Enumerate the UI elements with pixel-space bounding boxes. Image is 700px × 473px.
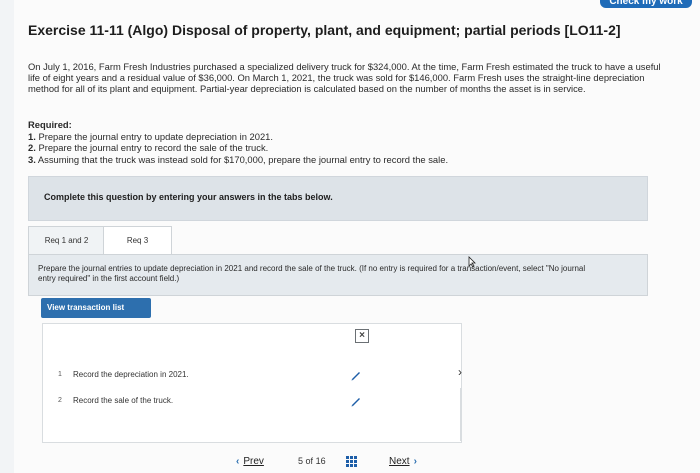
mouse-cursor-icon <box>468 256 476 268</box>
requirements-block: Required: 1. Prepare the journal entry t… <box>28 119 448 165</box>
next-button[interactable]: Next › <box>389 456 417 467</box>
table-row[interactable]: 2 Record the sale of the truck. <box>43 390 461 412</box>
tab-instruction-text: Prepare the journal entries to update de… <box>38 264 586 283</box>
exercise-title: Exercise 11-11 (Algo) Disposal of proper… <box>28 22 621 38</box>
pencil-icon[interactable] <box>349 368 363 382</box>
tab-instruction-box: Prepare the journal entries to update de… <box>28 254 648 296</box>
chevron-right-icon[interactable]: › <box>458 365 462 379</box>
exercise-page: Check my work Exercise 11-11 (Algo) Disp… <box>14 0 700 473</box>
table-row[interactable]: 1 Record the depreciation in 2021. <box>43 364 461 386</box>
left-margin <box>0 0 14 473</box>
chevron-right-icon: › <box>413 456 417 467</box>
transaction-table: × 1 Record the depreciation in 2021. 2 R… <box>42 323 462 443</box>
row-text: Record the sale of the truck. <box>73 396 174 405</box>
prev-button[interactable]: ‹ Prev <box>236 456 264 467</box>
panel-text: Complete this question by entering your … <box>44 192 333 202</box>
requirement-item: 3. Assuming that the truck was instead s… <box>28 153 449 165</box>
instructions-panel: Complete this question by entering your … <box>28 176 648 221</box>
close-icon[interactable]: × <box>355 329 369 343</box>
divider <box>460 388 461 441</box>
required-heading: Required: <box>28 119 72 130</box>
exercise-intro: On July 1, 2016, Farm Fresh Industries p… <box>28 61 661 95</box>
requirement-item: 2. Prepare the journal entry to record t… <box>28 142 269 154</box>
chevron-left-icon: ‹ <box>236 456 240 467</box>
pagination-footer: ‹ Prev 5 of 16 Next › <box>14 449 700 473</box>
row-number: 1 <box>58 371 62 378</box>
row-number: 2 <box>58 397 62 404</box>
prev-label: Prev <box>243 456 264 467</box>
tab-req-3[interactable]: Req 3 <box>103 226 172 256</box>
view-transaction-list-button[interactable]: View transaction list <box>41 298 151 318</box>
check-my-work-button[interactable]: Check my work <box>600 0 692 8</box>
row-text: Record the depreciation in 2021. <box>73 370 189 379</box>
next-label: Next <box>389 456 410 467</box>
requirement-item: 1. Prepare the journal entry to update d… <box>28 130 273 142</box>
tab-req-1-and-2[interactable]: Req 1 and 2 <box>28 226 105 256</box>
grid-icon[interactable] <box>346 456 357 467</box>
page-indicator: 5 of 16 <box>298 456 326 466</box>
pencil-icon[interactable] <box>349 394 363 408</box>
